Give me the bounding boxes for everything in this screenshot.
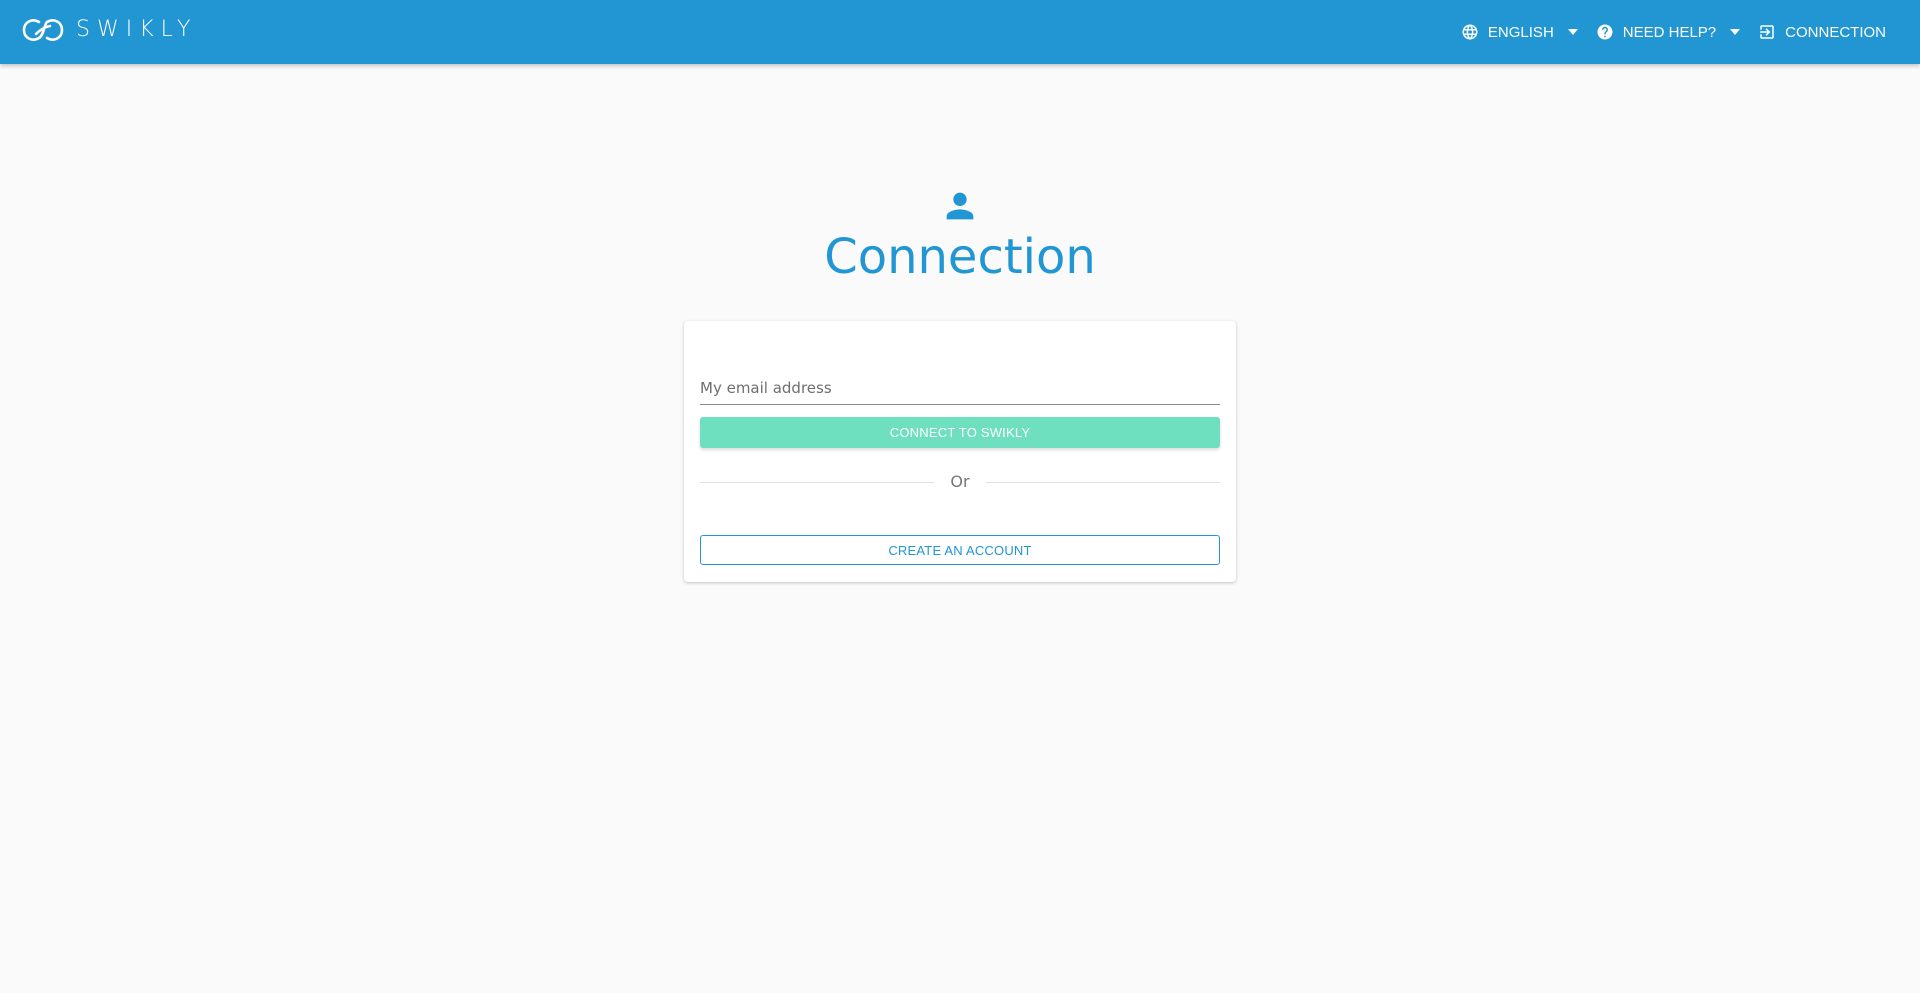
chevron-down-icon bbox=[1567, 29, 1578, 35]
or-divider: Or bbox=[700, 472, 1220, 492]
globe-icon bbox=[1462, 24, 1478, 40]
logo-text: SWIKLY bbox=[76, 17, 198, 42]
create-account-button[interactable]: CREATE AN ACCOUNT bbox=[700, 535, 1220, 565]
swikly-logo[interactable]: SWIKLY bbox=[22, 13, 197, 47]
login-icon bbox=[1760, 25, 1774, 39]
top-app-bar: SWIKLY ENGLISH NEED HELP? CONNECTION bbox=[0, 0, 1920, 64]
email-field[interactable] bbox=[700, 359, 1220, 405]
swikly-logo-mark bbox=[22, 19, 64, 41]
connection-link[interactable]: CONNECTION bbox=[1754, 14, 1890, 50]
header-nav: ENGLISH NEED HELP? CONNECTION bbox=[1457, 0, 1890, 64]
divider-line-right bbox=[986, 482, 1220, 483]
language-label: ENGLISH bbox=[1487, 23, 1554, 41]
connect-button[interactable]: CONNECT TO SWIKLY bbox=[700, 417, 1220, 448]
help-menu[interactable]: NEED HELP? bbox=[1592, 14, 1744, 50]
language-selector[interactable]: ENGLISH bbox=[1457, 14, 1582, 50]
help-circle-icon bbox=[1597, 24, 1613, 40]
login-card: CONNECT TO SWIKLY Or CREATE AN ACCOUNT bbox=[684, 321, 1236, 582]
page-header: Connection bbox=[0, 186, 1920, 287]
connection-label: CONNECTION bbox=[1785, 23, 1886, 41]
help-label: NEED HELP? bbox=[1622, 23, 1717, 41]
chevron-down-icon bbox=[1730, 29, 1741, 35]
person-icon bbox=[946, 192, 974, 220]
page-title: Connection bbox=[824, 229, 1096, 285]
